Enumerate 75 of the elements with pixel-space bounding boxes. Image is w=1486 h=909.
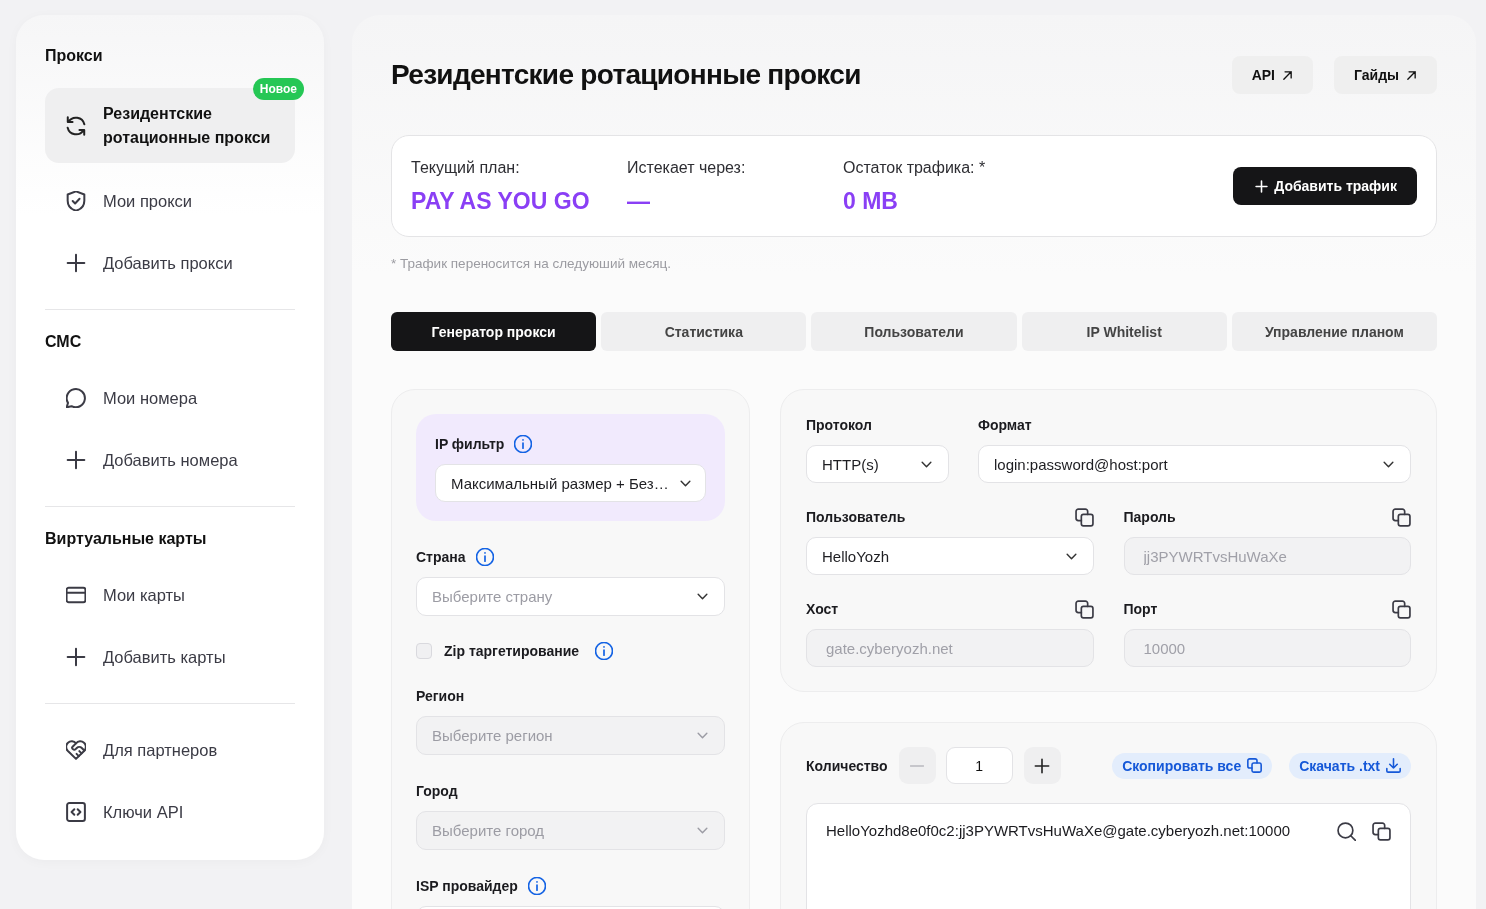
- select-field[interactable]: HelloYozh: [806, 537, 1094, 575]
- arrow-up-right-icon: [1406, 69, 1417, 81]
- external-link-button[interactable]: Гайды: [1334, 56, 1437, 94]
- field-label: Пароль: [1123, 508, 1176, 526]
- select-field[interactable]: login:password@host:port: [978, 445, 1411, 483]
- info-icon[interactable]: [475, 548, 494, 566]
- field-label: Zip таргетирование: [444, 642, 580, 660]
- stat-label: Остаток трафика: *: [843, 157, 987, 178]
- stat-value: PAY AS YOU GO: [411, 186, 591, 215]
- section-heading: Виртуальные карты: [45, 529, 208, 549]
- select-field[interactable]: HTTP(s): [806, 445, 949, 483]
- stat-value: —: [627, 186, 651, 215]
- sidebar-item[interactable]: Мои номера: [45, 374, 295, 422]
- sidebar-item[interactable]: Мои прокси: [45, 177, 295, 225]
- info-icon[interactable]: [527, 877, 546, 895]
- footnote: * Трафик переносится на следуюший месяц.: [391, 256, 673, 272]
- copy-icon[interactable]: [1074, 507, 1094, 527]
- download-button[interactable]: Скачать .txt: [1289, 752, 1411, 779]
- field-label: IP фильтр: [435, 435, 505, 453]
- plus-icon: [66, 253, 86, 273]
- select-field[interactable]: Максимальный размер + Без…: [435, 464, 706, 502]
- minus-icon: [910, 764, 925, 767]
- field-label: Город: [416, 782, 458, 800]
- copy-icon[interactable]: [1372, 821, 1391, 841]
- shield-check-icon: [66, 191, 86, 211]
- section-heading: СМС: [45, 332, 83, 352]
- info-icon[interactable]: [595, 642, 614, 660]
- stat-value: 0 MB: [843, 186, 899, 215]
- tab[interactable]: IP Whitelist: [1021, 312, 1227, 351]
- arrow-up-right-icon: [1282, 69, 1293, 81]
- credit-card-icon: [66, 585, 86, 605]
- plus-icon: [1034, 757, 1051, 774]
- page-title: Резидентские ротационные прокси: [391, 59, 861, 91]
- stat-label: Истекает через:: [627, 157, 747, 178]
- field-label: Количество: [806, 756, 888, 775]
- field-label: Порт: [1123, 600, 1158, 618]
- download-icon: [1386, 758, 1401, 773]
- tab[interactable]: Генератор прокси: [391, 312, 597, 351]
- plus-icon: [66, 647, 86, 667]
- code-icon: [66, 802, 86, 822]
- plus-icon: [1255, 179, 1269, 193]
- field-label: Страна: [416, 548, 466, 566]
- external-link-button[interactable]: API: [1231, 56, 1313, 94]
- plus-icon: [66, 450, 86, 470]
- field-label: Регион: [416, 687, 465, 705]
- field-label: Пользователь: [806, 508, 906, 526]
- info-icon[interactable]: [514, 435, 533, 453]
- field-label: Формат: [978, 416, 1032, 434]
- tab[interactable]: Управление планом: [1231, 312, 1437, 351]
- sidebar-item[interactable]: Добавить карты: [45, 633, 295, 681]
- rotate-arrows-icon: [66, 115, 86, 136]
- field-label: Протокол: [806, 416, 872, 434]
- speech-bubble-icon: [66, 388, 86, 408]
- new-badge: Новое: [252, 78, 304, 100]
- section-heading: Прокси: [45, 46, 104, 66]
- proxy-list-field[interactable]: HelloYozhd8e0f0c2:jj3PYWRTvsHuWaXe@gate.cyberyozh.net:10000: [806, 803, 1411, 909]
- sidebar-item[interactable]: Мои карты: [45, 571, 295, 619]
- sidebar-item[interactable]: Для партнеров: [45, 726, 295, 774]
- copy-all-button[interactable]: Скопировать все: [1112, 752, 1273, 779]
- sidebar-item[interactable]: Добавить номера: [45, 436, 295, 484]
- checkbox[interactable]: [416, 643, 432, 659]
- sidebar-item[interactable]: Ключи API: [45, 788, 295, 836]
- field-label: Хост: [806, 600, 839, 618]
- stat-label: Текущий план:: [411, 157, 521, 178]
- proxy-line: HelloYozhd8e0f0c2:jj3PYWRTvsHuWaXe@gate.cyberyozh.net:10000: [826, 821, 1291, 841]
- heart-handshake-icon: [66, 740, 86, 760]
- add-traffic-button[interactable]: Добавить трафик: [1233, 167, 1417, 205]
- search-icon[interactable]: [1337, 821, 1356, 841]
- sidebar-item[interactable]: Добавить прокси: [45, 239, 295, 287]
- increase-button[interactable]: [1023, 747, 1061, 784]
- field-label: ISP провайдер: [416, 877, 518, 895]
- tab[interactable]: Статистика: [601, 312, 807, 351]
- copy-icon: [1247, 758, 1263, 773]
- tab[interactable]: Пользователи: [811, 312, 1017, 351]
- quantity-field[interactable]: 1: [945, 747, 1013, 784]
